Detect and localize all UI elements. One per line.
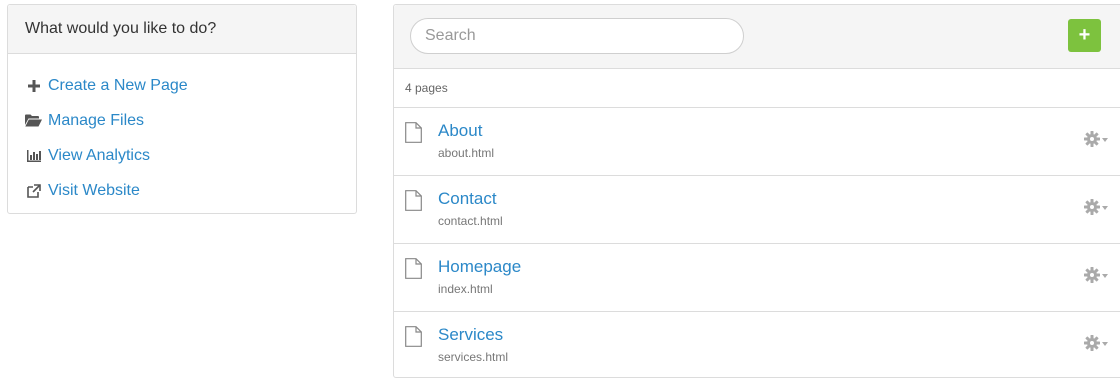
pages-panel-header: + — [394, 5, 1120, 69]
file-icon — [405, 258, 422, 279]
search-input[interactable] — [410, 18, 744, 54]
page-filename: about.html — [438, 146, 495, 160]
actions-panel: What would you like to do? Create a New … — [7, 4, 357, 214]
add-page-button[interactable]: + — [1068, 19, 1101, 52]
chevron-down-icon — [1102, 274, 1108, 278]
gear-icon — [1084, 335, 1100, 351]
pages-panel: + 4 pages About about.html Contact conta… — [393, 4, 1120, 378]
page-title-link[interactable]: Homepage — [438, 257, 521, 277]
page-count: 4 pages — [394, 69, 1120, 108]
page-filename: contact.html — [438, 214, 503, 228]
page-row-contact: Contact contact.html — [394, 176, 1120, 244]
page-settings-dropdown[interactable] — [1084, 131, 1108, 147]
gear-icon — [1084, 199, 1100, 215]
actions-list: Create a New Page Manage Files View Anal… — [8, 54, 356, 208]
chevron-down-icon — [1102, 342, 1108, 346]
file-icon — [405, 190, 422, 211]
actions-panel-heading: What would you like to do? — [8, 5, 356, 54]
file-icon — [405, 122, 422, 143]
view-analytics-link[interactable]: View Analytics — [8, 138, 356, 173]
page-row-homepage: Homepage index.html — [394, 244, 1120, 312]
visit-website-link[interactable]: Visit Website — [8, 173, 356, 208]
manage-files-label: Manage Files — [48, 111, 145, 129]
page-row-about: About about.html — [394, 108, 1120, 176]
page-settings-dropdown[interactable] — [1084, 199, 1108, 215]
file-icon — [405, 326, 422, 347]
page-settings-dropdown[interactable] — [1084, 267, 1108, 283]
page-row-services: Services services.html — [394, 312, 1120, 380]
manage-files-link[interactable]: Manage Files — [8, 103, 356, 138]
gear-icon — [1084, 267, 1100, 283]
page-title-link[interactable]: Contact — [438, 189, 497, 209]
page-title-link[interactable]: Services — [438, 325, 503, 345]
gear-icon — [1084, 131, 1100, 147]
visit-website-label: Visit Website — [48, 181, 140, 199]
bar-chart-icon — [25, 148, 42, 164]
chevron-down-icon — [1102, 138, 1108, 142]
create-new-page-link[interactable]: Create a New Page — [8, 68, 356, 103]
chevron-down-icon — [1102, 206, 1108, 210]
external-link-icon — [25, 183, 42, 199]
page-filename: services.html — [438, 350, 509, 364]
folder-open-icon — [25, 113, 42, 129]
plus-icon — [25, 78, 42, 94]
create-new-page-label: Create a New Page — [48, 76, 188, 94]
page-settings-dropdown[interactable] — [1084, 335, 1108, 351]
page-title-link[interactable]: About — [438, 121, 482, 141]
page-filename: index.html — [438, 282, 493, 296]
view-analytics-label: View Analytics — [48, 146, 150, 164]
